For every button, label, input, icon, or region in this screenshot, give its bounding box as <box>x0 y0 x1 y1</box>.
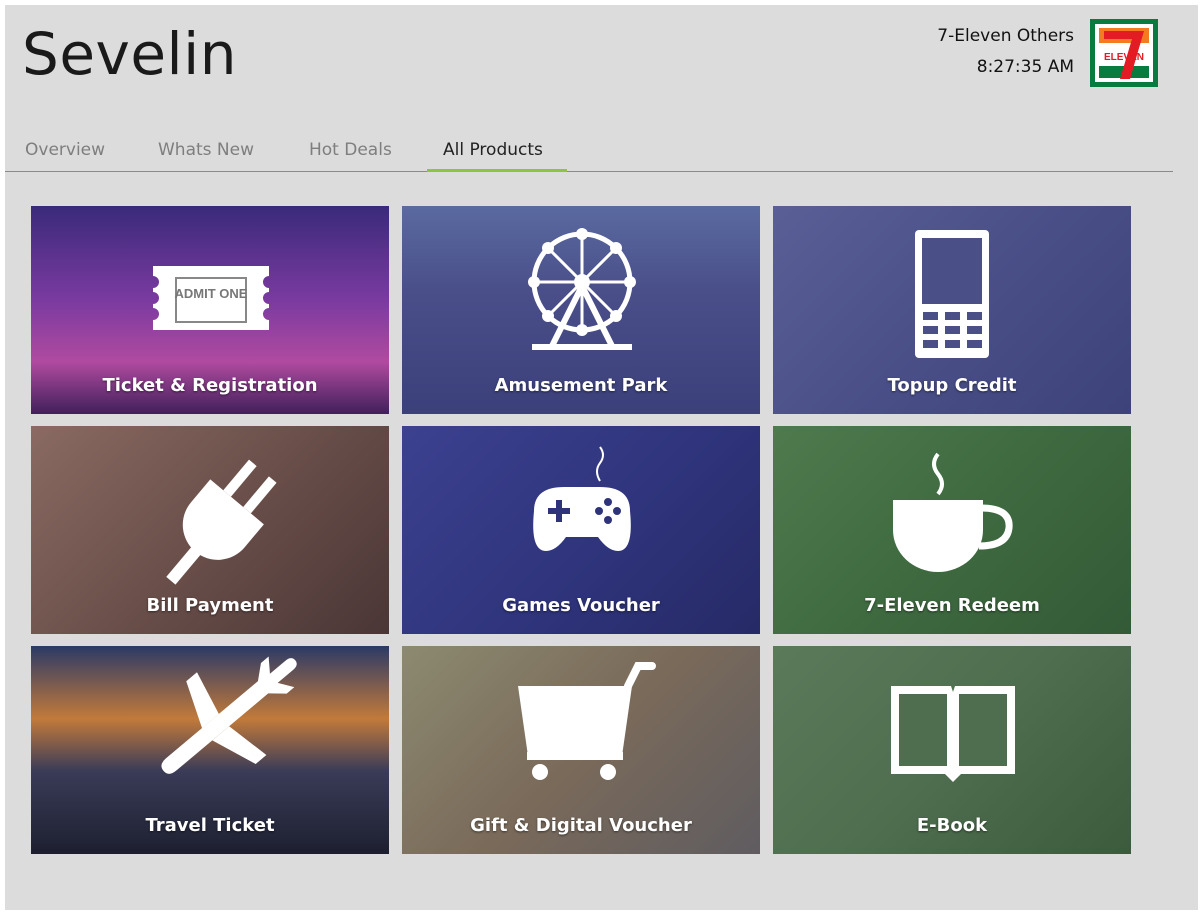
clock-time: 8:27:35 AM <box>976 57 1074 77</box>
ferris-wheel-icon <box>528 228 636 350</box>
plug-icon <box>166 459 277 585</box>
tab-whats-new[interactable]: Whats New <box>158 135 254 171</box>
svg-text:ELEVEN: ELEVEN <box>1104 52 1144 63</box>
tab-bar: Overview Whats New Hot Deals All Product… <box>5 135 1173 172</box>
user-name: 7-Eleven Others <box>937 26 1074 46</box>
shopping-cart-icon <box>518 662 656 780</box>
tile-e-book[interactable]: E-Book <box>773 646 1131 854</box>
tile-label: Topup Credit <box>887 375 1017 396</box>
seven-eleven-logo[interactable]: ELEVEN <box>1090 19 1158 87</box>
tile-ticket-registration[interactable]: ADMIT ONE Ticket & Registration <box>31 206 389 414</box>
open-book-icon <box>891 686 1015 782</box>
tile-seven-eleven-redeem[interactable]: 7-Eleven Redeem <box>773 426 1131 634</box>
ticket-icon: ADMIT ONE <box>153 266 269 330</box>
active-tab-indicator <box>427 169 567 172</box>
tab-overview[interactable]: Overview <box>25 135 105 171</box>
tile-travel-ticket[interactable]: Travel Ticket <box>31 646 389 854</box>
user-info: 7-Eleven Others 8:27:35 AM <box>937 21 1074 83</box>
app-title: Sevelin <box>22 20 237 88</box>
tile-gift-digital-voucher[interactable]: Gift & Digital Voucher <box>402 646 760 854</box>
tile-label: Travel Ticket <box>145 815 275 836</box>
airplane-icon <box>161 656 297 774</box>
tile-amusement-park[interactable]: Amusement Park <box>402 206 760 414</box>
tile-label: Ticket & Registration <box>102 375 318 396</box>
gamepad-icon <box>533 446 631 551</box>
mobile-phone-icon <box>915 230 989 358</box>
app-window: Sevelin 7-Eleven Others 8:27:35 AM ELEVE… <box>5 5 1198 910</box>
tab-hot-deals[interactable]: Hot Deals <box>309 135 392 171</box>
tile-label: Gift & Digital Voucher <box>470 815 692 836</box>
tile-label: Bill Payment <box>146 595 274 616</box>
tile-bill-payment[interactable]: Bill Payment <box>31 426 389 634</box>
tile-games-voucher[interactable]: Games Voucher <box>402 426 760 634</box>
tile-topup-credit[interactable]: Topup Credit <box>773 206 1131 414</box>
tile-label: 7-Eleven Redeem <box>864 595 1040 616</box>
tab-all-products[interactable]: All Products <box>443 135 543 171</box>
tile-label: Amusement Park <box>494 375 668 396</box>
coffee-cup-icon <box>893 452 1013 572</box>
tile-label: Games Voucher <box>502 595 660 616</box>
tile-label: E-Book <box>916 815 988 836</box>
svg-text:ADMIT ONE: ADMIT ONE <box>175 286 248 301</box>
